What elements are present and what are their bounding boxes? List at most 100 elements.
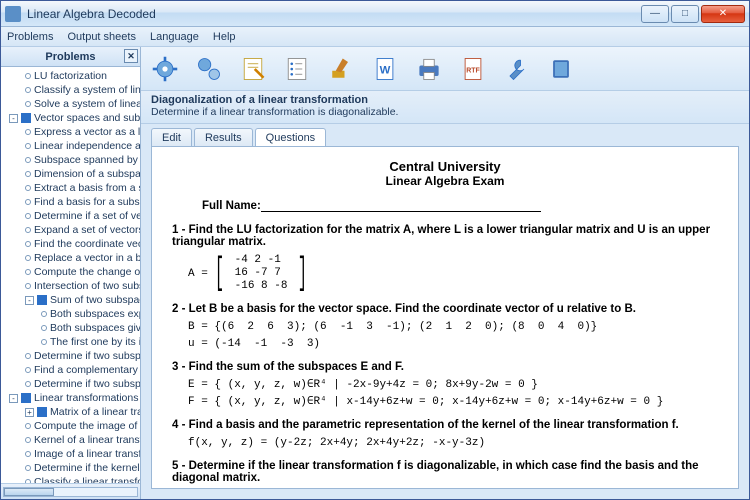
- collapse-icon[interactable]: -: [9, 394, 18, 403]
- folder-icon: [21, 393, 31, 403]
- tree-item[interactable]: Solve a system of linear e: [1, 97, 140, 111]
- tree-item[interactable]: Find the coordinate vector: [1, 237, 140, 251]
- tree-item[interactable]: Both subspaces given: [1, 321, 140, 335]
- maximize-button[interactable]: □: [671, 5, 699, 23]
- doc-rtf-icon[interactable]: RTF: [457, 53, 489, 85]
- printer-icon[interactable]: [413, 53, 445, 85]
- exam-title: Linear Algebra Exam: [172, 174, 718, 188]
- close-button[interactable]: ✕: [701, 5, 745, 23]
- brush-icon[interactable]: [325, 53, 357, 85]
- tree-item-label: Dimension of a subspace: [34, 167, 140, 181]
- item-icon: [25, 213, 31, 219]
- collapse-icon[interactable]: -: [25, 296, 34, 305]
- book-icon[interactable]: [545, 53, 577, 85]
- tree-item-label: Image of a linear transform: [34, 447, 140, 461]
- tree-item[interactable]: Subspace spanned by a se: [1, 153, 140, 167]
- tree-item[interactable]: Determine if two subspace: [1, 377, 140, 391]
- vector-u: u = (-14 -1 -3 3): [188, 338, 718, 351]
- menu-help[interactable]: Help: [213, 31, 236, 43]
- app-icon: [5, 6, 21, 22]
- tabs: Edit Results Questions: [141, 124, 749, 146]
- tree-item-label: The first one by its imp: [50, 335, 140, 349]
- tree-item-label: Compute the image of a v: [34, 419, 140, 433]
- tree-item[interactable]: Determine if a set of vecto: [1, 209, 140, 223]
- item-icon: [25, 171, 31, 177]
- tree-item-label: Replace a vector in a basi: [34, 251, 140, 265]
- tree-item[interactable]: Dimension of a subspace: [1, 167, 140, 181]
- tab-questions[interactable]: Questions: [255, 128, 327, 146]
- item-icon: [41, 311, 47, 317]
- question-1: 1 - Find the LU factorization for the ma…: [172, 224, 718, 248]
- tree-item[interactable]: Compute the image of a v: [1, 419, 140, 433]
- question-5: 5 - Determine if the linear transformati…: [172, 460, 718, 484]
- item-icon: [25, 269, 31, 275]
- tree-item[interactable]: The first one by its imp: [1, 335, 140, 349]
- tree-item[interactable]: Find a basis for a subspac: [1, 195, 140, 209]
- gears-icon[interactable]: [193, 53, 225, 85]
- tree-item-label: Both subspaces given: [50, 321, 140, 335]
- scrollbar-thumb[interactable]: [4, 488, 54, 496]
- tree-item-label: LU factorization: [34, 69, 107, 83]
- menu-language[interactable]: Language: [150, 31, 199, 43]
- collapse-icon[interactable]: -: [9, 114, 18, 123]
- tree-item[interactable]: -Linear transformations: [1, 391, 140, 405]
- tree-item[interactable]: + Matrix of a linear transform: [1, 405, 140, 419]
- tree-item[interactable]: Kernel of a linear transfor: [1, 433, 140, 447]
- tree-item[interactable]: Determine if two subspace: [1, 349, 140, 363]
- tree-item-label: Matrix of a linear transform: [50, 405, 140, 419]
- tree-item[interactable]: Linear independence and: [1, 139, 140, 153]
- tree-item-label: Find a basis for a subspac: [34, 195, 140, 209]
- tree-item-label: Determine if two subspace: [34, 349, 140, 363]
- item-icon: [25, 199, 31, 205]
- tree-item-label: Vector spaces and subspaces: [34, 111, 140, 125]
- function-f4: f(x, y, z) = (y-2z; 2x+4y; 2x+4y+2z; -x-…: [188, 437, 718, 450]
- item-icon: [41, 325, 47, 331]
- main-panel: W RTF Diagonalization of a linear transf…: [141, 47, 749, 499]
- tree-item[interactable]: Both subspaces expre: [1, 307, 140, 321]
- exam-content[interactable]: Central University Linear Algebra Exam F…: [151, 146, 739, 489]
- gear-icon[interactable]: [149, 53, 181, 85]
- sidebar-scrollbar[interactable]: [1, 483, 140, 499]
- tree-item-label: Classify a linear transform: [34, 475, 140, 483]
- sidebar-close-button[interactable]: ✕: [124, 49, 138, 63]
- tab-results[interactable]: Results: [194, 128, 253, 146]
- tree-item-label: Find a complementary sub: [34, 363, 140, 377]
- expand-icon[interactable]: +: [25, 408, 34, 417]
- tab-edit[interactable]: Edit: [151, 128, 192, 146]
- item-icon: [25, 143, 31, 149]
- tree-item[interactable]: Classify a linear transform: [1, 475, 140, 483]
- tree-item-label: Extract a basis from a spa: [34, 181, 140, 195]
- toolbar: W RTF: [141, 47, 749, 91]
- item-icon: [25, 283, 31, 289]
- university-name: Central University: [172, 159, 718, 174]
- tree-item[interactable]: Determine if the kernel an: [1, 461, 140, 475]
- minimize-button[interactable]: —: [641, 5, 669, 23]
- list-icon[interactable]: [281, 53, 313, 85]
- tree-item[interactable]: Intersection of two subspa: [1, 279, 140, 293]
- item-icon: [25, 381, 31, 387]
- tree-item[interactable]: Find a complementary sub: [1, 363, 140, 377]
- menu-problems[interactable]: Problems: [7, 31, 53, 43]
- tree-item[interactable]: LU factorization: [1, 69, 140, 83]
- tree-item[interactable]: -Sum of two subspaces: [1, 293, 140, 307]
- tree-item[interactable]: Expand a set of vectors in: [1, 223, 140, 237]
- menu-output-sheets[interactable]: Output sheets: [67, 31, 136, 43]
- tree-item[interactable]: Compute the change of b: [1, 265, 140, 279]
- tree-item[interactable]: Classify a system of linear: [1, 83, 140, 97]
- tree-item-label: Intersection of two subspa: [34, 279, 140, 293]
- tree-item[interactable]: Replace a vector in a basi: [1, 251, 140, 265]
- problems-tree[interactable]: LU factorizationClassify a system of lin…: [1, 67, 140, 483]
- tree-item-label: Determine if two subspace: [34, 377, 140, 391]
- description-title: Diagonalization of a linear transformati…: [151, 94, 739, 106]
- note-icon[interactable]: [237, 53, 269, 85]
- tree-item-label: Determine if the kernel an: [34, 461, 140, 475]
- tree-item-label: Solve a system of linear e: [34, 97, 140, 111]
- doc-w-icon[interactable]: W: [369, 53, 401, 85]
- tree-item[interactable]: Extract a basis from a spa: [1, 181, 140, 195]
- wrench-icon[interactable]: [501, 53, 533, 85]
- tree-item[interactable]: - Vector spaces and subspaces: [1, 111, 140, 125]
- description-subtitle: Determine if a linear transformation is …: [151, 106, 739, 118]
- tree-item-label: Both subspaces expre: [50, 307, 140, 321]
- tree-item[interactable]: Express a vector as a line: [1, 125, 140, 139]
- tree-item[interactable]: Image of a linear transform: [1, 447, 140, 461]
